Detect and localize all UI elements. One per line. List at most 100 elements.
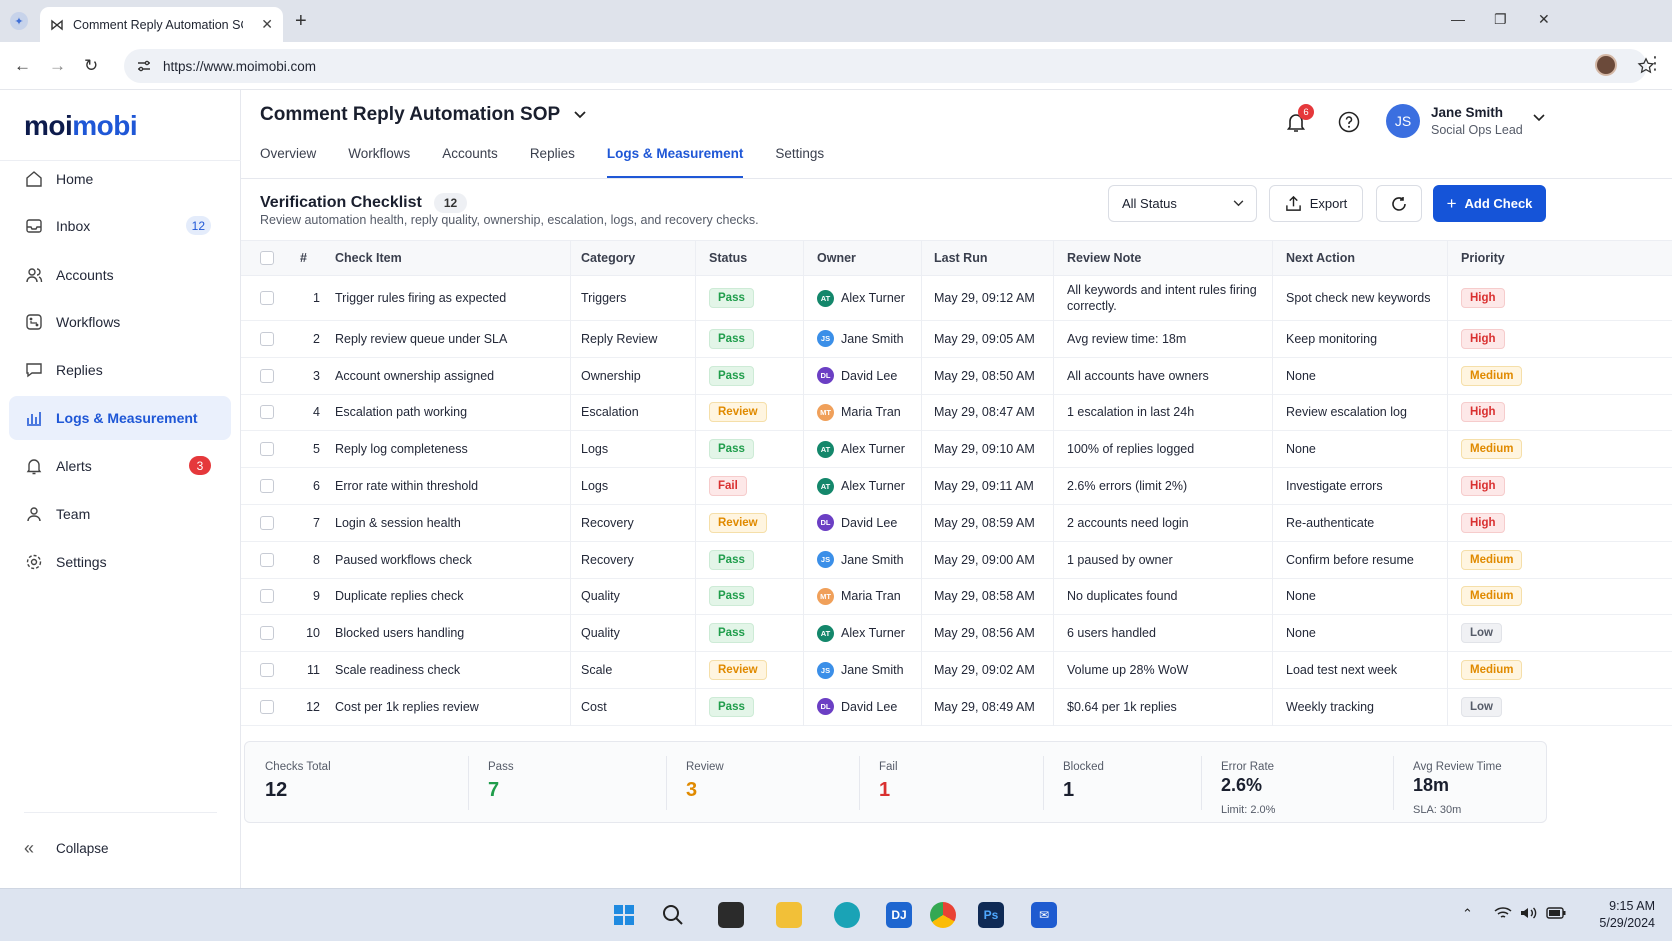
checkbox[interactable] xyxy=(260,442,274,457)
row-checkbox[interactable] xyxy=(260,652,274,688)
row-checkbox[interactable] xyxy=(260,689,274,725)
tab-settings[interactable]: Settings xyxy=(775,146,824,178)
outlook-icon[interactable]: ✉ xyxy=(1031,902,1057,928)
status-cell: Pass xyxy=(709,431,754,467)
browser-menu-icon[interactable]: ⋮ xyxy=(1646,53,1664,74)
close-tab-icon[interactable]: ✕ xyxy=(261,16,273,33)
sidebar-item-settings[interactable]: Settings xyxy=(9,540,231,584)
collapse-button[interactable]: « Collapse xyxy=(24,838,109,859)
sidebar-item-workflows[interactable]: Workflows xyxy=(9,300,231,344)
row-checkbox[interactable] xyxy=(260,615,274,651)
notifications-button[interactable]: 6 xyxy=(1284,104,1314,134)
checkbox[interactable] xyxy=(260,405,274,420)
table-row[interactable]: 3 Account ownership assigned Ownership Pass… xyxy=(241,358,1672,395)
sidebar-item-team[interactable]: Team xyxy=(9,492,231,536)
new-tab-button[interactable]: + xyxy=(295,11,307,31)
row-checkbox[interactable] xyxy=(260,579,274,615)
tab-logs-measurement[interactable]: Logs & Measurement xyxy=(606,146,743,178)
table-row[interactable]: 1 Trigger rules firing as expected Trigger… xyxy=(241,276,1672,321)
checkbox[interactable] xyxy=(260,626,274,641)
row-checkbox[interactable] xyxy=(260,276,274,320)
tab-overview[interactable]: Overview xyxy=(260,146,316,178)
help-button[interactable] xyxy=(1338,111,1360,133)
checkbox[interactable] xyxy=(260,291,274,305)
sidebar-item-accounts[interactable]: Accounts xyxy=(9,253,231,297)
refresh-button[interactable] xyxy=(1376,185,1422,222)
page-title[interactable]: Comment Reply Automation SOP xyxy=(260,104,586,126)
back-icon[interactable]: ← xyxy=(14,56,31,76)
export-button[interactable]: Export xyxy=(1269,185,1363,222)
status-badge: Review xyxy=(709,512,767,533)
checkbox[interactable] xyxy=(260,552,274,567)
close-window-icon[interactable]: ✕ xyxy=(1538,11,1550,28)
table-row[interactable]: 4 Escalation path working Escalation Review… xyxy=(241,395,1672,432)
tab-workflows[interactable]: Workflows xyxy=(348,146,410,178)
row-checkbox[interactable] xyxy=(260,321,274,357)
row-number: 5 xyxy=(313,442,320,457)
checkbox[interactable] xyxy=(260,515,274,530)
tab-replies[interactable]: Replies xyxy=(530,146,575,178)
restore-icon[interactable]: ❐ xyxy=(1494,11,1507,28)
checkbox[interactable] xyxy=(260,251,274,265)
minimize-icon[interactable]: — xyxy=(1451,11,1465,27)
row-checkbox[interactable] xyxy=(260,431,274,467)
chrome-icon[interactable] xyxy=(930,902,956,928)
edge-icon[interactable] xyxy=(834,902,860,928)
row-checkbox[interactable] xyxy=(260,358,274,394)
sidebar-item-alerts[interactable]: Alerts 3 xyxy=(9,444,231,488)
browser-tab[interactable]: Comment Reply Automation SO ✕ xyxy=(40,7,283,42)
sidebar-item-home[interactable]: Home xyxy=(9,157,231,201)
profile-avatar[interactable] xyxy=(1595,54,1617,76)
reload-icon[interactable]: ↻ xyxy=(84,56,98,76)
row-checkbox[interactable] xyxy=(260,395,274,431)
last-run: May 29, 08:59 AM xyxy=(934,515,1035,530)
volume-icon[interactable] xyxy=(1520,906,1538,920)
table-row[interactable]: 7 Login & session health Recovery Review DL D… xyxy=(241,505,1672,542)
table-row[interactable]: 12 Cost per 1k replies review Cost Pass DL Da… xyxy=(241,689,1672,726)
checkbox[interactable] xyxy=(260,479,274,494)
user-menu-chevron-icon[interactable] xyxy=(1533,114,1545,122)
photoshop-icon[interactable]: Ps xyxy=(978,902,1004,928)
site-settings-icon[interactable] xyxy=(136,58,152,74)
last-run: May 29, 09:05 AM xyxy=(934,331,1035,346)
sidebar-item-inbox[interactable]: Inbox 12 xyxy=(9,204,231,248)
table-row[interactable]: 10 Blocked users handling Quality Pass AT Ale… xyxy=(241,615,1672,653)
tab-accounts[interactable]: Accounts xyxy=(442,146,498,178)
checkbox[interactable] xyxy=(260,699,274,714)
user-avatar[interactable]: JS xyxy=(1386,104,1420,138)
file-explorer-icon[interactable] xyxy=(776,902,802,928)
extension-icon[interactable]: ✦ xyxy=(10,12,28,30)
sidebar-item-replies[interactable]: Replies xyxy=(9,348,231,392)
select-all-checkbox[interactable] xyxy=(260,241,274,275)
table-row[interactable]: 2 Reply review queue under SLA Reply Revie… xyxy=(241,321,1672,358)
add-check-button[interactable]: + Add Check xyxy=(1433,185,1546,222)
priority-badge: High xyxy=(1461,328,1505,349)
status-filter-select[interactable]: All Status xyxy=(1108,185,1257,222)
review-note: 1 paused by owner xyxy=(1067,552,1173,567)
table-row[interactable]: 5 Reply log completeness Logs Pass AT Alex Tu… xyxy=(241,431,1672,469)
last-run: May 29, 08:58 AM xyxy=(934,589,1035,604)
table-row[interactable]: 11 Scale readiness check Scale Review JS Jane… xyxy=(241,652,1672,689)
checkbox[interactable] xyxy=(260,331,274,346)
checkbox[interactable] xyxy=(260,368,274,383)
check-item: Reply log completeness xyxy=(335,442,468,457)
status-cell: Pass xyxy=(709,615,754,651)
table-row[interactable]: 9 Duplicate replies check Quality Pass MT Mar… xyxy=(241,579,1672,616)
tray-chevron-icon[interactable]: ⌃ xyxy=(1462,906,1473,922)
search-icon[interactable] xyxy=(660,902,686,928)
row-checkbox[interactable] xyxy=(260,468,274,504)
omnibox[interactable]: https://www.moimobi.com xyxy=(124,49,1655,83)
table-row[interactable]: 6 Error rate within threshold Logs Fail AT Al… xyxy=(241,468,1672,505)
checkbox[interactable] xyxy=(260,663,274,678)
checkbox[interactable] xyxy=(260,589,274,604)
dj-app-icon[interactable]: DJ xyxy=(886,902,912,928)
row-checkbox[interactable] xyxy=(260,542,274,578)
wifi-icon[interactable] xyxy=(1494,906,1512,920)
sidebar-item-logs-measurement[interactable]: Logs & Measurement xyxy=(9,396,231,440)
task-view-icon[interactable] xyxy=(718,902,744,928)
clock[interactable]: 9:15 AM 5/29/2024 xyxy=(1563,898,1655,932)
windows-start-icon[interactable] xyxy=(611,902,637,928)
row-checkbox[interactable] xyxy=(260,505,274,541)
table-row[interactable]: 8 Paused workflows check Recovery Pass JS Jan… xyxy=(241,542,1672,579)
forward-icon[interactable]: → xyxy=(49,56,66,76)
